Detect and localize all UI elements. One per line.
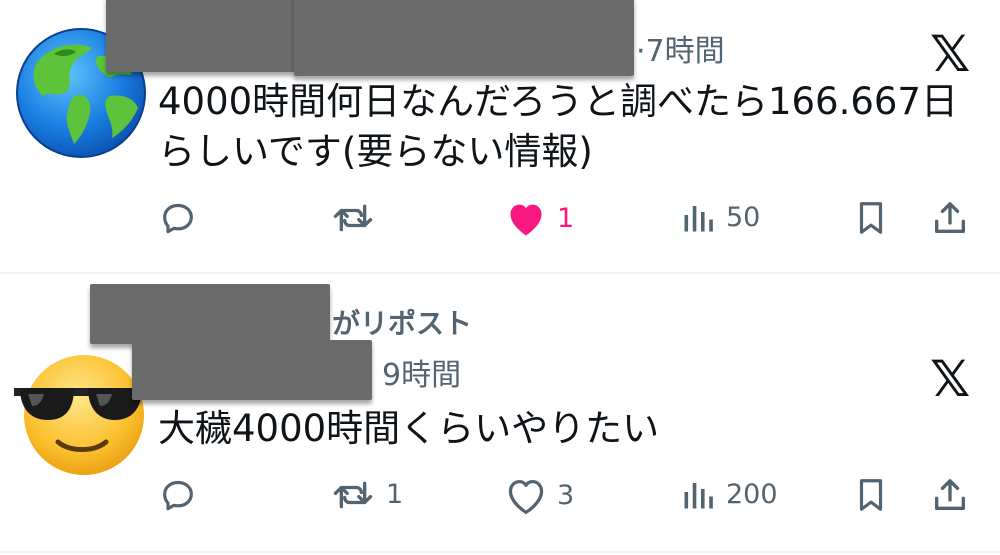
views-button[interactable]: 200 <box>680 477 778 513</box>
redacted-display-name <box>106 0 296 72</box>
heart-icon <box>508 480 544 515</box>
tweet-timestamp[interactable]: ·7時間 <box>636 32 725 72</box>
views-button[interactable]: 50 <box>680 200 760 236</box>
view-count: 200 <box>726 479 778 510</box>
tweet-text: 4000時間何日なんだろうと調べたら166.667日らしいです(要らない情報) <box>158 80 958 173</box>
tweet-timestamp[interactable]: 9時間 <box>382 356 461 396</box>
bookmark-icon <box>859 479 883 511</box>
bookmark-button[interactable] <box>852 475 890 515</box>
repost-label[interactable]: がリポスト <box>332 304 472 344</box>
share-icon <box>935 202 965 233</box>
tweet-text: 大穢4000時間くらいやりたい <box>158 407 660 450</box>
share-button[interactable] <box>930 475 970 515</box>
bookmark-icon <box>859 202 883 234</box>
tweet-2[interactable]: がリポスト 9時間 𝕏 大穢4000時間くらいやりたい 1 3 200 <box>0 274 1000 555</box>
heart-icon <box>510 204 542 236</box>
x-logo-icon: 𝕏 <box>930 350 971 408</box>
share-button[interactable] <box>930 198 970 238</box>
like-count: 3 <box>557 480 575 511</box>
repost-icon <box>333 481 373 509</box>
redacted-handle <box>294 0 634 76</box>
like-button[interactable]: 1 <box>505 200 574 238</box>
repost-button[interactable]: 1 <box>330 475 403 515</box>
smiling-face-with-sunglasses-icon <box>14 355 148 475</box>
repost-button[interactable] <box>330 198 386 238</box>
bookmark-button[interactable] <box>852 198 890 238</box>
x-logo-icon: 𝕏 <box>930 25 971 83</box>
redacted-display-name <box>132 340 372 400</box>
views-chart-icon <box>684 206 713 232</box>
share-icon <box>935 479 965 510</box>
tweet-1[interactable]: ·7時間 𝕏 4000時間何日なんだろうと調べたら166.667日らしいです(要… <box>0 0 1000 272</box>
reply-button[interactable] <box>158 475 208 515</box>
repost-icon <box>333 204 373 232</box>
reply-button[interactable] <box>158 198 208 238</box>
views-chart-icon <box>684 483 713 509</box>
tweet-divider <box>0 551 1000 553</box>
redacted-reposter-name <box>90 284 330 344</box>
like-button[interactable]: 3 <box>505 477 574 515</box>
like-count: 1 <box>557 203 575 234</box>
reply-icon <box>163 203 193 234</box>
view-count: 50 <box>726 202 761 233</box>
reply-icon <box>163 480 193 511</box>
avatar[interactable] <box>14 348 148 482</box>
repost-count: 1 <box>386 479 404 510</box>
